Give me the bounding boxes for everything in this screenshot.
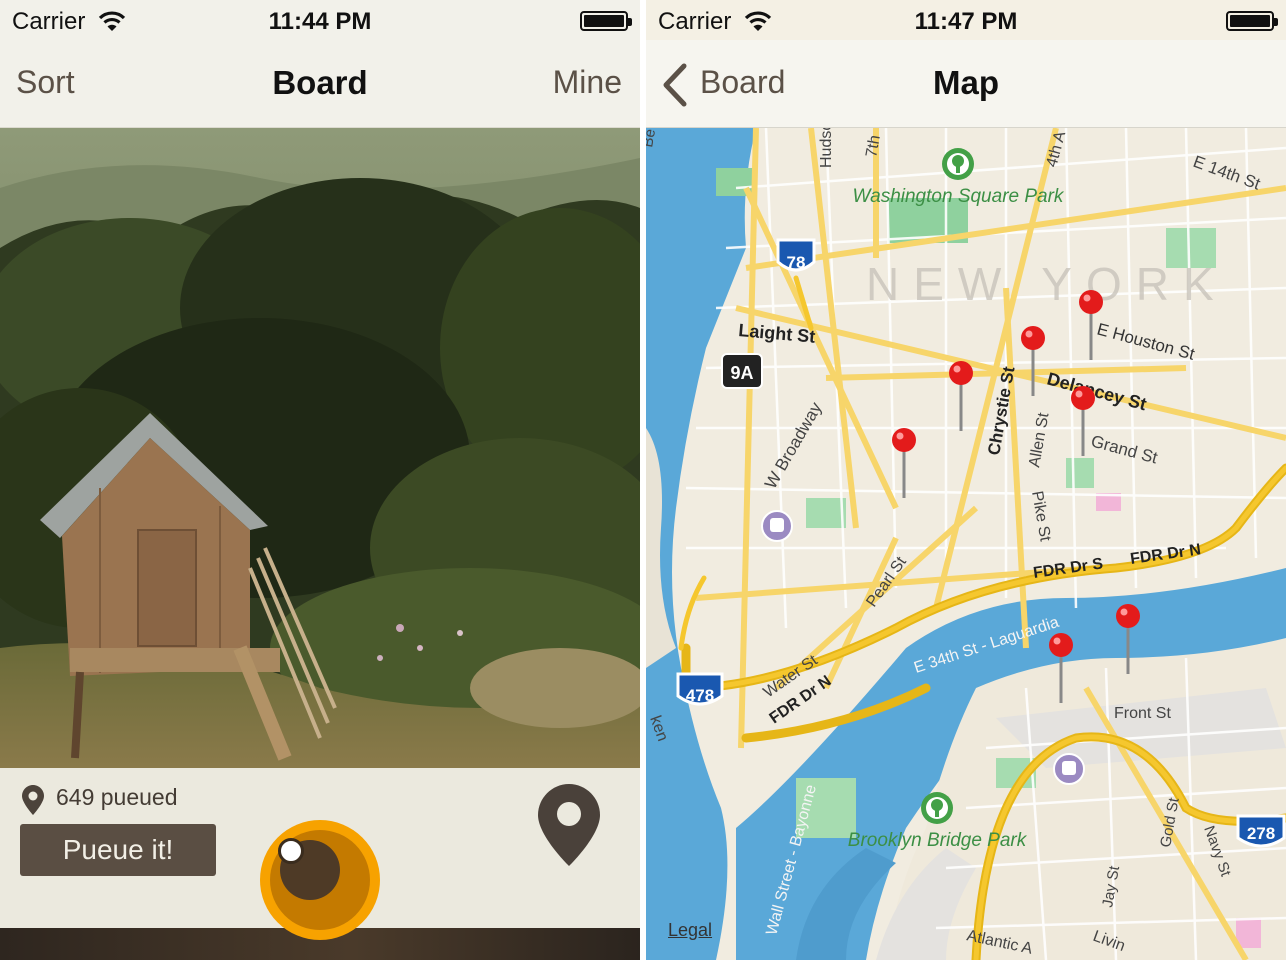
status-time: 11:47 PM <box>914 8 1018 35</box>
svg-text:278: 278 <box>1247 824 1275 843</box>
svg-text:Brooklyn Bridge Park: Brooklyn Bridge Park <box>848 830 1028 851</box>
svg-text:478: 478 <box>686 686 714 705</box>
map-screen: Carrier 11:47 PM Board Map 78 9A 478 278… <box>646 0 1286 960</box>
status-bar: Carrier 11:47 PM <box>646 0 1286 40</box>
pueue-it-button[interactable]: Pueue it! <box>20 824 216 876</box>
camera-button[interactable] <box>260 820 380 940</box>
pueue-count: 649 pueued <box>56 784 178 810</box>
subway-station-icon <box>1053 753 1085 785</box>
mine-button[interactable]: Mine <box>553 64 622 101</box>
route-shield-9a: 9A <box>721 353 763 389</box>
svg-text:Hudson: Hudson <box>818 128 835 168</box>
battery-icon <box>1226 11 1278 31</box>
board-photo[interactable] <box>0 128 640 768</box>
board-screen: Carrier 11:44 PM Sort Board Mine 649 pue… <box>0 0 640 960</box>
svg-text:Front St: Front St <box>1114 705 1171 722</box>
svg-text:NEW YORK: NEW YORK <box>866 258 1228 310</box>
park-tree-icon <box>942 148 974 180</box>
page-title: Board <box>272 64 368 101</box>
location-pin-icon[interactable] <box>538 784 600 866</box>
nav-bar: Sort Board Mine <box>0 40 640 128</box>
route-shield-478: 478 <box>676 672 724 706</box>
route-shield-278: 278 <box>1236 814 1286 848</box>
legal-link[interactable]: Legal <box>668 920 712 941</box>
status-time: 11:44 PM <box>268 8 372 35</box>
page-title: Map <box>933 64 999 101</box>
svg-text:9A: 9A <box>730 363 753 383</box>
subway-station-icon <box>761 510 793 542</box>
route-shield-78: 78 <box>776 238 816 272</box>
map-view[interactable]: 78 9A 478 278 NEW YORK Washington Square… <box>646 128 1286 960</box>
street-map: 78 9A 478 278 NEW YORK Washington Square… <box>646 128 1286 960</box>
svg-text:Washington Square Park: Washington Square Park <box>853 186 1065 207</box>
svg-text:78: 78 <box>787 253 806 272</box>
battery-icon <box>580 11 632 31</box>
status-bar: Carrier 11:44 PM <box>0 0 640 40</box>
map-pin-icon <box>22 785 44 815</box>
cabin-in-forest-image <box>0 128 640 768</box>
nav-bar: Board Map <box>646 40 1286 128</box>
park-tree-icon <box>921 792 953 824</box>
